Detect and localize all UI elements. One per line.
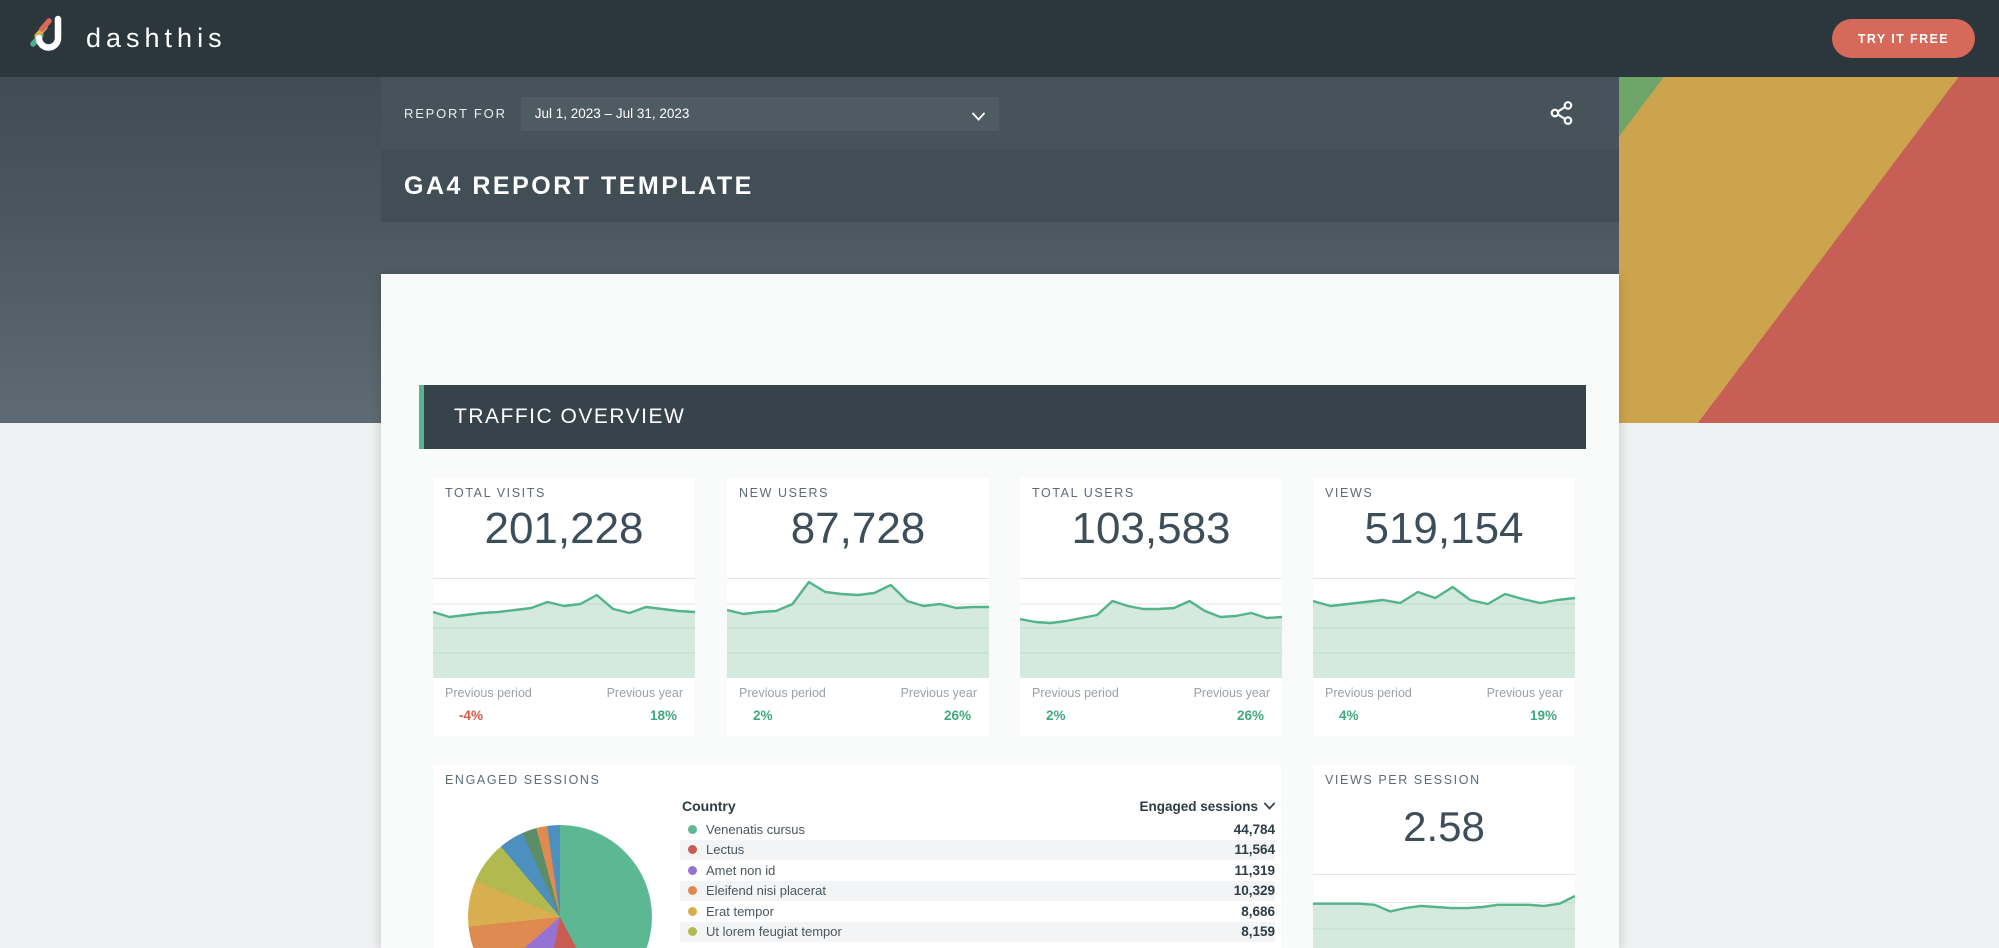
series-color-dot: [688, 907, 697, 916]
kpi-value: 519,154: [1313, 504, 1575, 554]
series-color-dot: [688, 825, 697, 834]
kpi-label: TOTAL VISITS: [445, 486, 546, 500]
kpi-widget: VIEWS 519,154 Previous period Previous y…: [1313, 478, 1575, 736]
kpi-label: VIEWS: [1325, 486, 1373, 500]
widget-label: VIEWS PER SESSION: [1325, 773, 1481, 787]
previous-period-value: 2%: [1046, 708, 1066, 723]
engaged-sessions-value: 8,159: [1241, 924, 1275, 939]
country-name: Lectus: [706, 842, 1234, 857]
country-name: Erat tempor: [706, 904, 1241, 919]
kpi-label: NEW USERS: [739, 486, 829, 500]
chevron-down-icon: [972, 109, 985, 124]
previous-year-label: Previous year: [607, 686, 683, 700]
try-it-free-button[interactable]: TRY IT FREE: [1832, 19, 1975, 58]
previous-year-value: 26%: [944, 708, 971, 723]
previous-period-value: -4%: [459, 708, 483, 723]
report-title: GA4 REPORT TEMPLATE: [404, 172, 754, 201]
report-title-band: GA4 REPORT TEMPLATE: [381, 150, 1619, 222]
section-header: TRAFFIC OVERVIEW: [419, 385, 1586, 449]
kpi-sparkline-chart: [1020, 578, 1282, 678]
previous-year-label: Previous year: [1194, 686, 1270, 700]
hero-color-stripes: [1619, 77, 1999, 423]
kpi-widget: TOTAL USERS 103,583 Previous period Prev…: [1020, 478, 1282, 736]
previous-period-label: Previous period: [1325, 686, 1412, 700]
report-card: TRAFFIC OVERVIEW TOTAL VISITS 201,228 Pr…: [381, 274, 1619, 948]
sort-chevron-down-icon: [1264, 802, 1275, 810]
country-name: Ut lorem feugiat tempor: [706, 924, 1241, 939]
engaged-sessions-value: 11,319: [1234, 863, 1275, 878]
share-icon: [1549, 100, 1575, 126]
engaged-sessions-value: 44,784: [1234, 822, 1275, 837]
kpi-sparkline-chart: [727, 578, 989, 678]
date-range-dropdown[interactable]: Jul 1, 2023 – Jul 31, 2023: [521, 97, 999, 131]
previous-year-value: 18%: [650, 708, 677, 723]
table-row: Amet non id 11,319: [680, 860, 1275, 881]
previous-year-value: 26%: [1237, 708, 1264, 723]
kpi-sparkline-chart: [433, 578, 695, 678]
kpi-value: 103,583: [1020, 504, 1282, 554]
series-color-dot: [688, 927, 697, 936]
engaged-sessions-widget: ENGAGED SESSIONS Country Engaged session…: [433, 765, 1281, 948]
kpi-label: TOTAL USERS: [1032, 486, 1135, 500]
table-row: Eleifend nisi placerat 10,329: [680, 881, 1275, 902]
kpi-widget: NEW USERS 87,728 Previous period Previou…: [727, 478, 989, 736]
views-per-session-value: 2.58: [1313, 803, 1575, 851]
country-name: Amet non id: [706, 863, 1234, 878]
table-row: Erat tempor 8,686: [680, 901, 1275, 922]
date-range-value: Jul 1, 2023 – Jul 31, 2023: [535, 106, 690, 121]
table-row: Ut lorem feugiat tempor 8,159: [680, 922, 1275, 943]
country-name: Venenatis cursus: [706, 822, 1234, 837]
widget-label: ENGAGED SESSIONS: [445, 773, 601, 787]
previous-period-label: Previous period: [739, 686, 826, 700]
previous-year-label: Previous year: [1487, 686, 1563, 700]
engaged-sessions-sort-header[interactable]: Engaged sessions: [1139, 799, 1275, 814]
series-color-dot: [688, 866, 697, 875]
kpi-value: 87,728: [727, 504, 989, 554]
table-row: Lectus 11,564: [680, 840, 1275, 861]
views-per-session-sparkline-chart: [1313, 874, 1575, 948]
previous-period-value: 2%: [753, 708, 773, 723]
engaged-sessions-value: 11,564: [1234, 842, 1275, 857]
dashthis-logo-icon: [26, 14, 68, 63]
views-per-session-widget: VIEWS PER SESSION 2.58: [1313, 765, 1575, 948]
previous-year-label: Previous year: [901, 686, 977, 700]
top-navbar: dashthis TRY IT FREE: [0, 0, 1999, 77]
country-name: Eleifend nisi placerat: [706, 883, 1234, 898]
previous-period-label: Previous period: [1032, 686, 1119, 700]
previous-year-value: 19%: [1530, 708, 1557, 723]
share-button[interactable]: [1547, 99, 1577, 129]
engaged-sessions-value: 10,329: [1234, 883, 1275, 898]
brand[interactable]: dashthis: [26, 14, 227, 63]
previous-period-value: 4%: [1339, 708, 1359, 723]
country-table: Country Engaged sessions Venenatis cursu…: [680, 793, 1275, 942]
kpi-widget: TOTAL VISITS 201,228 Previous period Pre…: [433, 478, 695, 736]
kpi-value: 201,228: [433, 504, 695, 554]
country-column-header: Country: [680, 798, 736, 814]
engaged-sessions-value: 8,686: [1241, 904, 1275, 919]
report-header-band: REPORT FOR Jul 1, 2023 – Jul 31, 2023: [381, 77, 1619, 150]
page: dashthis TRY IT FREE REPORT FOR Jul 1, 2…: [0, 0, 1999, 948]
series-color-dot: [688, 886, 697, 895]
table-row: Venenatis cursus 44,784: [680, 819, 1275, 840]
previous-period-label: Previous period: [445, 686, 532, 700]
series-color-dot: [688, 845, 697, 854]
report-for-label: REPORT FOR: [404, 106, 507, 121]
engaged-sessions-pie-chart: [468, 825, 652, 948]
brand-name: dashthis: [86, 23, 227, 54]
section-title: TRAFFIC OVERVIEW: [454, 405, 685, 429]
kpi-sparkline-chart: [1313, 578, 1575, 678]
